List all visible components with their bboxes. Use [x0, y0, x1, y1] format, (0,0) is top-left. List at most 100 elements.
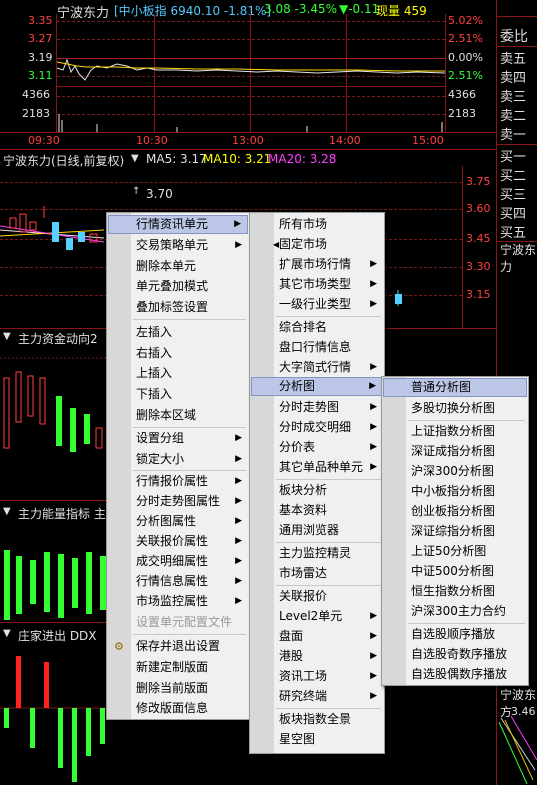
menu-item-label: 叠加标签设置 [136, 300, 209, 314]
menu-item-sector-index-panorama[interactable]: 板块指数全景 [251, 710, 383, 729]
chevron-down-icon[interactable]: ▼ [131, 153, 139, 164]
menu-item-analysis-chart-properties[interactable]: 分析图属性 ▶ [108, 512, 248, 531]
menu-item-other-single-unit[interactable]: 其它单品种单元 ▶ [251, 458, 383, 477]
context-menu-analysis-chart: 普通分析图 多股切换分析图 上证指数分析图 深证成指分析图 沪深300分析图 中… [381, 376, 529, 686]
menu-item-label: 所有市场 [279, 217, 328, 231]
menu-item-level2-unit[interactable]: Level2单元 ▶ [251, 607, 383, 626]
menu-item-chinext-index-chart[interactable]: 创业板指分析图 [383, 502, 527, 521]
menu-item-market-monitor-properties[interactable]: 市场监控属性 ▶ [108, 592, 248, 611]
menu-item-intraday-chart-properties[interactable]: 分时走势图属性 ▶ [108, 492, 248, 511]
intraday-right-axis-label: 0.00% [448, 51, 483, 64]
intraday-left-axis-label: 4366 [22, 88, 50, 101]
submenu-arrow-icon: ▶ [234, 219, 241, 229]
menu-item-info-workshop[interactable]: 资讯工场 ▶ [251, 667, 383, 686]
menu-item-dashboard[interactable]: 盘面 ▶ [251, 627, 383, 646]
menu-item-watchlist-sequential-play[interactable]: 自选股顺序播放 [383, 625, 527, 644]
menu-item-new-layout[interactable]: 新建定制版面 [108, 658, 248, 677]
intraday-volume-info: 现量 459 [376, 4, 427, 18]
menu-item-all-markets[interactable]: 所有市场 [251, 215, 383, 234]
menu-item-label: 上证指数分析图 [411, 424, 496, 438]
menu-item-quote-info-properties[interactable]: 行情信息属性 ▶ [108, 572, 248, 591]
menu-item-large-simple-quote[interactable]: 大字简式行情 ▶ [251, 358, 383, 377]
menu-item-insert-left[interactable]: 左插入 [108, 323, 248, 342]
order-book-sell-level: 卖一 [500, 128, 527, 143]
menu-item-label: 一级行业类型 [279, 297, 352, 311]
menu-item-intraday-trades[interactable]: 分时成交明细 ▶ [251, 418, 383, 437]
menu-item-watchlist-even-play[interactable]: 自选股偶数序播放 [383, 665, 527, 684]
menu-item-other-market-type[interactable]: 其它市场类型 ▶ [251, 275, 383, 294]
menu-item-label: 资讯工场 [279, 669, 328, 683]
menu-item-save-and-exit[interactable]: ⚙ 保存并退出设置 [108, 637, 248, 656]
menu-item-trade-strategy-unit[interactable]: 交易策略单元 ▶ [108, 236, 248, 255]
menu-item-label: 中小板指分析图 [411, 484, 496, 498]
menu-item-main-force-monitor[interactable]: 主力监控精灵 [251, 544, 383, 563]
menu-item-insert-right[interactable]: 右插入 [108, 344, 248, 363]
menu-item-quote-info-unit[interactable]: 行情资讯单元 ▶ [108, 215, 248, 234]
collapse-icon[interactable]: ▼ [3, 506, 11, 517]
order-book-sell-level: 卖三 [500, 90, 527, 105]
menu-item-szse-composite-chart[interactable]: 深证综指分析图 [383, 522, 527, 541]
menu-item-sse-index-chart[interactable]: 上证指数分析图 [383, 422, 527, 441]
menu-item-hk-stocks[interactable]: 港股 ▶ [251, 647, 383, 666]
menu-item-label: 沪深300分析图 [411, 464, 494, 478]
daily-axis-label: 3.45 [466, 232, 491, 245]
menu-item-fixed-market[interactable]: ◀ 固定市场 [251, 235, 383, 254]
menu-item-label: 扩展市场行情 [279, 257, 352, 271]
intraday-price-info: 3.08 -3.45% [264, 2, 337, 16]
menu-item-insert-bottom[interactable]: 下插入 [108, 385, 248, 404]
menu-item-browser[interactable]: 通用浏览器 [251, 521, 383, 540]
menu-item-basic-info[interactable]: 基本资料 [251, 501, 383, 520]
menu-item-trade-detail-properties[interactable]: 成交明细属性 ▶ [108, 552, 248, 571]
menu-item-market-radar[interactable]: 市场雷达 [251, 564, 383, 583]
menu-item-price-table[interactable]: 分价表 ▶ [251, 438, 383, 457]
menu-item-watchlist-odd-play[interactable]: 自选股奇数序播放 [383, 645, 527, 664]
menu-item-set-group[interactable]: 设置分组 ▶ [108, 429, 248, 448]
menu-item-label: 修改版面信息 [136, 701, 209, 715]
menu-item-research-terminal[interactable]: 研究终端 ▶ [251, 687, 383, 706]
intraday-chart[interactable]: 宁波东力 [中小板指 6940.10 -1.81%] 3.08 -3.45% ▼… [0, 0, 496, 150]
collapse-icon[interactable]: ▼ [3, 331, 11, 342]
menu-item-sme-index-chart[interactable]: 中小板指分析图 [383, 482, 527, 501]
menu-item-quote-properties[interactable]: 行情报价属性 ▶ [108, 472, 248, 491]
collapse-icon[interactable]: ▼ [3, 628, 11, 639]
menu-item-multi-stock-analysis-chart[interactable]: 多股切换分析图 [383, 399, 527, 418]
menu-item-csi300-main-contract[interactable]: 沪深300主力合约 [383, 602, 527, 621]
menu-item-csi300-chart[interactable]: 沪深300分析图 [383, 462, 527, 481]
menu-item-hang-seng-chart[interactable]: 恒生指数分析图 [383, 582, 527, 601]
menu-item-extended-market[interactable]: 扩展市场行情 ▶ [251, 255, 383, 274]
menu-item-lock-size[interactable]: 锁定大小 ▶ [108, 450, 248, 469]
menu-item-edit-layout-info[interactable]: 修改版面信息 [108, 699, 248, 718]
menu-item-delete-unit[interactable]: 删除本单元 [108, 257, 248, 276]
submenu-arrow-icon: ▶ [235, 476, 242, 486]
ma10-label: MA10: 3.21 [203, 152, 272, 166]
menu-item-starry-sky-chart[interactable]: 星空图 [251, 730, 383, 749]
menu-item-delete-layout[interactable]: 删除当前版面 [108, 679, 248, 698]
menu-item-intraday-trend[interactable]: 分时走势图 ▶ [251, 398, 383, 417]
menu-item-order-book-info[interactable]: 盘口行情信息 [251, 338, 383, 357]
menu-item-sse50-chart[interactable]: 上证50分析图 [383, 542, 527, 561]
menu-item-szse-component-chart[interactable]: 深证成指分析图 [383, 442, 527, 461]
menu-item-delete-region[interactable]: 删除本区域 [108, 406, 248, 425]
menu-item-insert-top[interactable]: 上插入 [108, 364, 248, 383]
menu-item-unit-overlay-mode[interactable]: 单元叠加模式 [108, 277, 248, 296]
menu-item-sector-analysis[interactable]: 板块分析 [251, 481, 383, 500]
menu-item-industry-type[interactable]: 一级行业类型 ▶ [251, 295, 383, 314]
menu-item-label: 其它单品种单元 [279, 460, 364, 474]
menu-item-normal-analysis-chart[interactable]: 普通分析图 [383, 378, 527, 397]
daily-candles-right [395, 290, 402, 306]
menu-item-linked-quote-properties[interactable]: 关联报价属性 ▶ [108, 532, 248, 551]
order-book-buy-level: 买二 [500, 169, 527, 184]
menu-item-composite-ranking[interactable]: 综合排名 [251, 318, 383, 337]
submenu-arrow-icon: ▶ [370, 631, 377, 641]
submenu-arrow-icon: ▶ [370, 442, 377, 452]
menu-item-csi500-chart[interactable]: 中证500分析图 [383, 562, 527, 581]
menu-item-linked-quote[interactable]: 关联报价 [251, 587, 383, 606]
menu-item-analysis-chart[interactable]: 分析图 ▶ [251, 377, 383, 396]
menu-item-overlay-label-settings[interactable]: 叠加标签设置 [108, 298, 248, 317]
fund-flow-bars [0, 357, 110, 452]
submenu-arrow-icon: ▶ [370, 671, 377, 681]
submenu-arrow-icon: ▶ [235, 454, 242, 464]
order-book-sell-level: 卖五 [500, 52, 527, 67]
menu-item-label: 多股切换分析图 [411, 401, 496, 415]
order-book-buy-level: 买三 [500, 188, 527, 203]
